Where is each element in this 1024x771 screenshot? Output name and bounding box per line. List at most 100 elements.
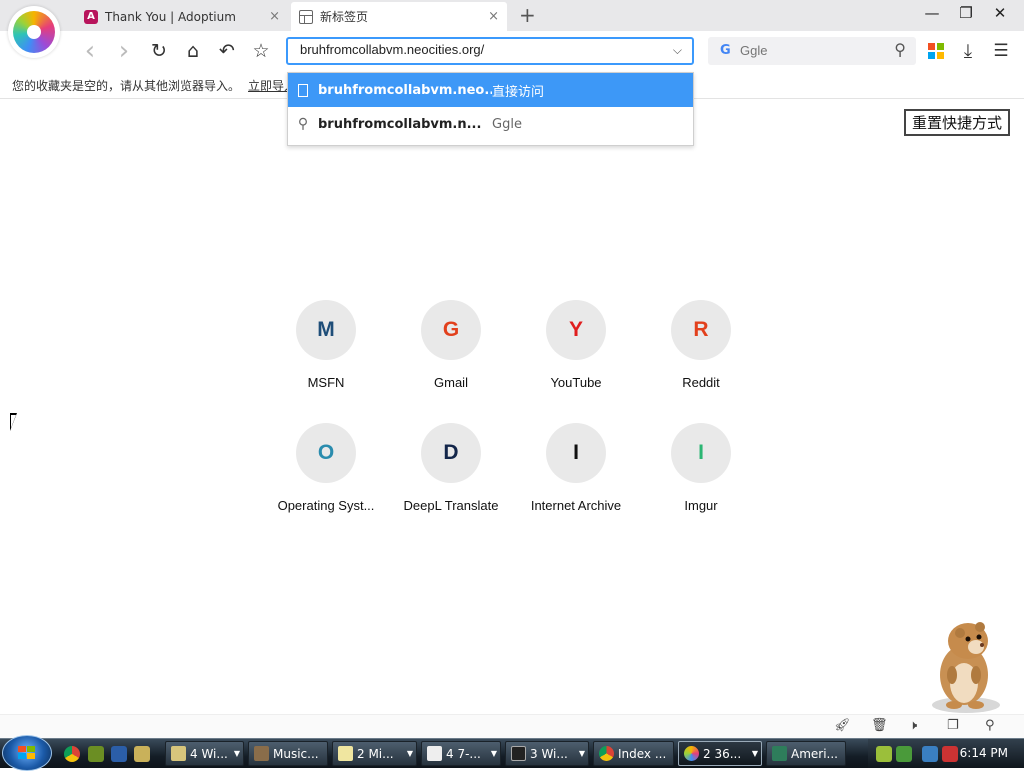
restore-button[interactable]: ❐	[949, 4, 983, 22]
status-bar: 🚀︎ 🗑︎ 🕨︎ ❐ ⚲	[0, 714, 1024, 738]
mouse-cursor-fill	[11, 415, 16, 428]
computer-quicklaunch-icon[interactable]	[111, 746, 127, 762]
games-quicklaunch-icon[interactable]	[134, 746, 150, 762]
volume-muted-icon[interactable]	[942, 746, 958, 762]
rocket-icon[interactable]: 🚀︎	[834, 718, 851, 733]
shortcut-youtube[interactable]: Y YouTube	[521, 300, 631, 390]
shortcut-internet-archive[interactable]: I Internet Archive	[521, 423, 631, 513]
reset-shortcuts-button[interactable]: 重置快捷方式	[904, 109, 1011, 136]
shortcut-gmail[interactable]: G Gmail	[396, 300, 506, 390]
address-bar[interactable]: ⌵	[286, 37, 694, 65]
volume-icon[interactable]: 🕨︎	[909, 718, 917, 733]
taskbar-item[interactable]: 3 Wi... ▼	[505, 741, 589, 766]
shortcut-badge: R	[671, 300, 731, 360]
chrome-quicklaunch-icon[interactable]	[64, 746, 80, 762]
shortcut-label: Internet Archive	[530, 498, 622, 513]
google-icon: G	[720, 43, 731, 58]
notepad-icon	[338, 746, 353, 761]
address-input[interactable]	[300, 42, 650, 57]
console-icon	[511, 746, 526, 761]
shortcut-label: Imgur	[684, 498, 718, 513]
close-tab-icon[interactable]: ×	[488, 9, 499, 24]
shortcut-badge: O	[296, 423, 356, 483]
shortcut-badge: Y	[546, 300, 606, 360]
close-tab-icon[interactable]: ×	[269, 9, 280, 24]
page-icon	[288, 83, 318, 97]
shortcut-label: Reddit	[682, 375, 720, 390]
zoom-icon[interactable]: ⚲	[985, 718, 995, 733]
shortcut-label: Operating Syst...	[277, 498, 375, 513]
shortcut-badge: I	[671, 423, 731, 483]
taskbar-item[interactable]: Index ...	[593, 741, 674, 766]
new-tab-button[interactable]: +	[519, 3, 536, 27]
browser-logo[interactable]	[8, 6, 60, 58]
search-input[interactable]	[740, 43, 880, 58]
network-icon[interactable]	[922, 746, 938, 762]
chrome-icon	[599, 746, 614, 761]
home-button[interactable]: ⌂	[181, 39, 205, 63]
close-window-button[interactable]: ✕	[983, 4, 1017, 22]
suggestion-url: bruhfromcollabvm.n...	[318, 116, 482, 132]
extensions-button[interactable]	[924, 39, 948, 63]
taskbar-item[interactable]: Ameri...	[766, 741, 846, 766]
tray-app-icon[interactable]	[876, 746, 892, 762]
menu-button[interactable]: ☰	[989, 39, 1013, 63]
music-icon	[254, 746, 269, 761]
shortcut-deepl[interactable]: D DeepL Translate	[396, 423, 506, 513]
minimize-button[interactable]: —	[915, 4, 949, 22]
7zip-icon	[427, 746, 442, 761]
windows-flag-icon	[18, 746, 36, 761]
system-tray: 6:14 PM	[868, 739, 1024, 768]
tab-adoptium[interactable]: A Thank You | Adoptium ×	[76, 2, 288, 31]
undo-close-tab-button[interactable]: ↶	[215, 39, 239, 63]
taskbar: 4 Wi... ▼ Music... 2 Mi... ▼ 4 7-... ▼ 3 Wi…	[0, 735, 1024, 771]
reload-button[interactable]: ↻	[147, 39, 171, 63]
trash-icon[interactable]: 🗑︎	[871, 718, 888, 733]
shortcut-badge: D	[421, 423, 481, 483]
game-icon	[772, 746, 787, 761]
clock[interactable]: 6:14 PM	[960, 746, 1008, 760]
search-box[interactable]: G ⚲	[708, 37, 916, 65]
search-icon: ⚲	[297, 116, 309, 132]
browser-icon	[684, 746, 699, 761]
start-button[interactable]	[2, 735, 52, 771]
download-button[interactable]: ⤓	[956, 39, 980, 63]
back-button[interactable]: ‹	[78, 36, 102, 66]
bookmark-star-button[interactable]: ☆	[249, 39, 273, 63]
taskbar-item[interactable]: 4 7-... ▼	[421, 741, 501, 766]
shortcut-imgur[interactable]: I Imgur	[646, 423, 756, 513]
address-suggestions: bruhfromcollabvm.neo... 直接访问 ⚲ bruhfromc…	[287, 72, 694, 146]
shortcut-badge: M	[296, 300, 356, 360]
taskbar-item[interactable]: 2 Mi... ▼	[332, 741, 417, 766]
suggestion-item[interactable]: ⚲ bruhfromcollabvm.n... Ggle	[288, 107, 693, 141]
shortcut-badge: I	[546, 423, 606, 483]
folder-icon	[171, 746, 186, 761]
tab-title: Thank You | Adoptium	[105, 9, 236, 24]
taskbar-item[interactable]: 4 Wi... ▼	[165, 741, 244, 766]
tray-app-icon[interactable]	[896, 746, 912, 762]
windows-logo-icon	[928, 43, 944, 59]
taskbar-item[interactable]: 2 36... ▼	[678, 741, 762, 766]
suggestion-item[interactable]: bruhfromcollabvm.neo... 直接访问	[288, 73, 693, 107]
shortcut-label: MSFN	[307, 375, 345, 390]
tab-title: 新标签页	[320, 10, 369, 24]
shortcut-reddit[interactable]: R Reddit	[646, 300, 756, 390]
suggestion-url: bruhfromcollabvm.neo...	[318, 82, 492, 98]
shortcut-label: Gmail	[434, 375, 468, 390]
grid-icon	[299, 9, 313, 24]
chevron-down-icon[interactable]: ⌵	[673, 43, 682, 58]
suggestion-action: 直接访问	[492, 84, 545, 100]
bookmarks-empty-text: 您的收藏夹是空的，请从其他浏览器导入。	[12, 79, 241, 93]
suggestion-action: Ggle	[492, 116, 522, 132]
shortcut-label: DeepL Translate	[403, 498, 499, 513]
forward-button[interactable]: ›	[112, 36, 136, 66]
shortcut-badge: G	[421, 300, 481, 360]
window-icon[interactable]: ❐	[947, 718, 959, 733]
shortcut-label: YouTube	[550, 375, 602, 390]
taskbar-item[interactable]: Music...	[248, 741, 328, 766]
shortcut-operating-systems[interactable]: O Operating Syst...	[271, 423, 381, 513]
shortcut-msfn[interactable]: M MSFN	[271, 300, 381, 390]
search-icon[interactable]: ⚲	[894, 40, 906, 59]
app-quicklaunch-icon[interactable]	[88, 746, 104, 762]
tab-new-tab[interactable]: 新标签页 ×	[291, 2, 507, 31]
